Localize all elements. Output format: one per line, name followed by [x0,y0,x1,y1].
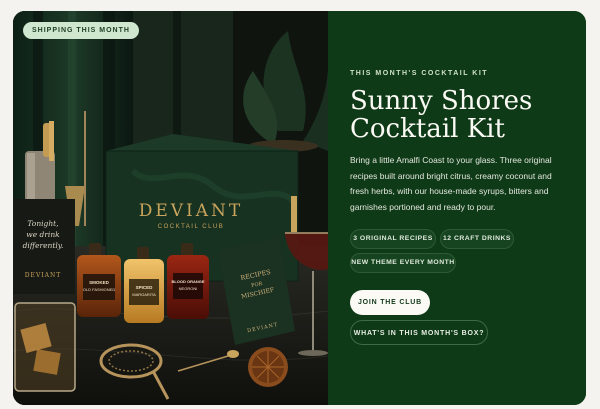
bottle1-label-line1: SMOKED [89,280,110,285]
card-left-brand: DEVIANT [25,272,61,279]
bottle3-label-line1: BLOOD ORANGE [171,279,204,284]
hero-content: THIS MONTH'S COCKTAIL KIT Sunny Shores C… [328,11,586,405]
chip-drinks: 12 CRAFT DRINKS [440,229,514,249]
eyebrow: THIS MONTH'S COCKTAIL KIT [350,70,489,77]
page-title: Sunny Shores Cocktail Kit [350,87,580,143]
chip-recipes: 3 ORIGINAL RECIPES [350,229,436,249]
title-line-2: Cocktail Kit [350,114,505,144]
card-left-line2: we drink [26,230,60,239]
card-left-line3: differently. [23,241,64,250]
title-line-1: Sunny Shores [350,86,533,116]
bottle1-label-line2: OLD FASHIONED [83,287,116,292]
box-subtitle: COCKTAIL CLUB [158,224,225,230]
box-brand: DEVIANT [139,201,244,221]
whats-in-box-button[interactable]: WHAT'S IN THIS MONTH'S BOX? [350,320,488,345]
card-left-line1: Tonight, [27,219,58,228]
description: Bring a little Amalfi Coast to your glas… [350,155,552,212]
hero-card: DEVIANT COCKTAIL CLUB Tonight, we drink … [13,11,586,405]
bottle2-label-line2: MARGARITA [132,292,156,297]
bottle3-label-line2: NEGRONI [179,286,198,291]
hero-photo: DEVIANT COCKTAIL CLUB Tonight, we drink … [13,11,328,405]
chip-theme: NEW THEME EVERY MONTH [350,253,456,273]
shipping-badge: SHIPPING THIS MONTH [23,22,139,39]
join-club-button[interactable]: JOIN THE CLUB [350,290,430,315]
bottle2-label-line1: SPICED [136,285,154,290]
cocktail-kit-illustration: DEVIANT COCKTAIL CLUB Tonight, we drink … [13,11,328,405]
